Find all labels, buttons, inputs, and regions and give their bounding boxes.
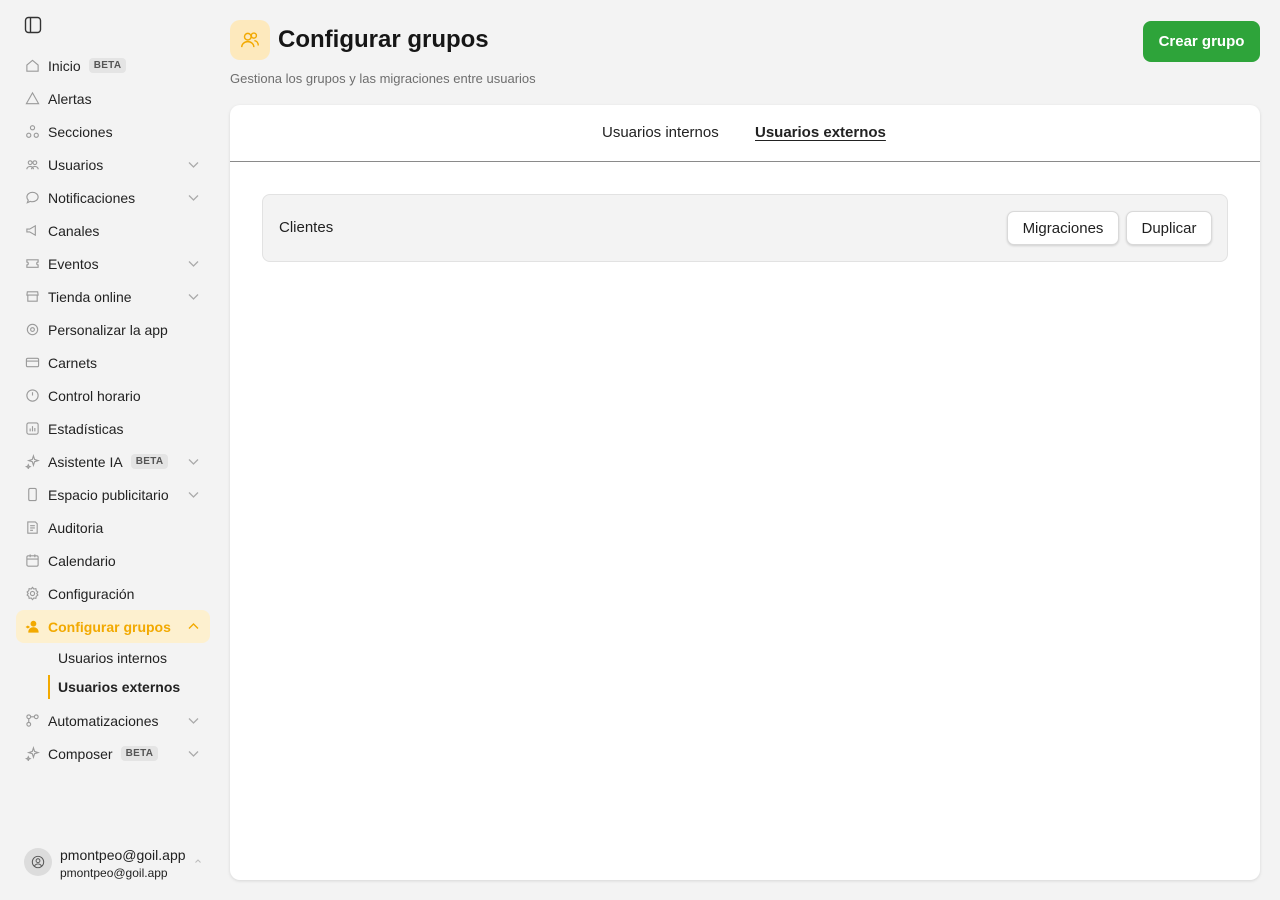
group-config-icon xyxy=(24,619,40,635)
create-group-button[interactable]: Crear grupo xyxy=(1143,21,1260,62)
calendar-icon xyxy=(24,553,40,569)
store-icon xyxy=(24,289,40,305)
sidebar-item-label: Usuarios xyxy=(48,156,104,173)
chevron-down-icon[interactable] xyxy=(187,158,200,171)
beta-badge: BETA xyxy=(130,454,169,469)
sidebar-item-label: Automatizaciones xyxy=(48,712,159,729)
sidebar-item-label: Estadísticas xyxy=(48,420,124,437)
palette-icon xyxy=(24,322,40,338)
sidebar-item-eventos[interactable]: Eventos xyxy=(16,247,210,280)
sidebar-item-label: Carnets xyxy=(48,354,98,371)
sidebar-item-control-horario[interactable]: Control horario xyxy=(16,379,210,412)
beta-badge: BETA xyxy=(120,746,159,761)
user-email: pmontpeo@goil.app xyxy=(60,866,168,880)
sidebar-item-asistente-ia[interactable]: Asistente IA BETA xyxy=(16,445,210,478)
sidebar-item-configuracion[interactable]: Configuración xyxy=(16,577,210,610)
phone-icon xyxy=(24,487,40,503)
sidebar-item-label: Control horario xyxy=(48,387,141,404)
sidebar-subitem-usuarios-externos[interactable]: Usuarios externos xyxy=(48,672,210,701)
chevron-down-icon[interactable] xyxy=(187,488,200,501)
sidebar-item-label: Auditoria xyxy=(48,519,104,536)
sidebar-item-label: Configuración xyxy=(48,585,135,602)
audit-icon xyxy=(24,520,40,536)
page-subtitle: Gestiona los grupos y las migraciones en… xyxy=(230,71,536,86)
sidebar-item-estadisticas[interactable]: Estadísticas xyxy=(16,412,210,445)
sidebar-item-calendario[interactable]: Calendario xyxy=(16,544,210,577)
sidebar-item-label: Asistente IA xyxy=(48,453,123,470)
user-menu[interactable]: pmontpeo@goil.app pmontpeo@goil.app xyxy=(24,845,214,881)
sidebar-subitem-usuarios-internos[interactable]: Usuarios internos xyxy=(48,643,210,672)
clock-icon xyxy=(24,388,40,404)
sidebar-item-inicio[interactable]: Inicio BETA xyxy=(16,49,210,82)
sparkle-icon xyxy=(24,454,40,470)
chevron-down-icon[interactable] xyxy=(187,191,200,204)
chevron-down-icon[interactable] xyxy=(187,257,200,270)
sidebar-item-label: Espacio publicitario xyxy=(48,486,169,503)
sidebar-item-label: Alertas xyxy=(48,90,92,107)
page-title: Configurar grupos xyxy=(278,26,489,53)
card-icon xyxy=(24,355,40,371)
sidebar-item-label: Secciones xyxy=(48,123,113,140)
group-config-icon xyxy=(230,20,270,60)
sidebar-item-personalizar[interactable]: Personalizar la app xyxy=(16,313,210,346)
sidebar-item-usuarios[interactable]: Usuarios xyxy=(16,148,210,181)
chevron-up-icon[interactable] xyxy=(187,620,200,633)
users-icon xyxy=(24,157,40,173)
sparkle-icon xyxy=(24,746,40,762)
sidebar-submenu: Usuarios internos Usuarios externos xyxy=(48,643,210,701)
sidebar-item-composer[interactable]: Composer BETA xyxy=(16,737,210,770)
sidebar-item-label: Composer xyxy=(48,745,113,762)
chevron-down-icon[interactable] xyxy=(187,290,200,303)
sidebar-item-label: Canales xyxy=(48,222,100,239)
group-name: Clientes xyxy=(279,219,334,236)
stats-icon xyxy=(24,421,40,437)
sections-icon xyxy=(24,124,40,140)
tab-usuarios-internos[interactable]: Usuarios internos xyxy=(602,124,719,141)
sidebar: Inicio BETA Alertas Secciones Usuarios N… xyxy=(0,0,218,900)
migrations-button[interactable]: Migraciones xyxy=(1007,211,1119,245)
alert-icon xyxy=(24,91,40,107)
user-icon xyxy=(31,855,45,869)
sidebar-item-espacio-publicitario[interactable]: Espacio publicitario xyxy=(16,478,210,511)
groups-card: Usuarios internos Usuarios externos Clie… xyxy=(230,105,1260,880)
sidebar-item-label: Calendario xyxy=(48,552,116,569)
tab-bar: Usuarios internos Usuarios externos xyxy=(230,105,1260,162)
sidebar-item-label: Personalizar la app xyxy=(48,321,168,338)
sidebar-toggle-icon[interactable] xyxy=(24,16,42,34)
sidebar-item-label: Notificaciones xyxy=(48,189,136,206)
duplicate-button[interactable]: Duplicar xyxy=(1126,211,1212,245)
list-item: Clientes Migraciones Duplicar xyxy=(262,194,1228,262)
chevron-down-icon[interactable] xyxy=(187,714,200,727)
sidebar-item-label: Eventos xyxy=(48,255,99,272)
sidebar-item-tienda-online[interactable]: Tienda online xyxy=(16,280,210,313)
sidebar-item-secciones[interactable]: Secciones xyxy=(16,115,210,148)
sidebar-item-automatizaciones[interactable]: Automatizaciones xyxy=(16,704,210,737)
beta-badge: BETA xyxy=(88,58,127,73)
sidebar-item-alertas[interactable]: Alertas xyxy=(16,82,210,115)
sidebar-item-label: Inicio xyxy=(48,57,81,74)
chevron-up-icon[interactable] xyxy=(194,857,202,865)
megaphone-icon xyxy=(24,223,40,239)
chevron-down-icon[interactable] xyxy=(187,455,200,468)
user-name: pmontpeo@goil.app xyxy=(60,847,186,863)
chevron-down-icon[interactable] xyxy=(187,747,200,760)
tab-usuarios-externos[interactable]: Usuarios externos xyxy=(755,124,886,141)
sidebar-item-configurar-grupos[interactable]: Configurar grupos xyxy=(16,610,210,643)
avatar xyxy=(24,848,52,876)
ticket-icon xyxy=(24,256,40,272)
home-icon xyxy=(24,58,40,74)
sidebar-item-auditoria[interactable]: Auditoria xyxy=(16,511,210,544)
sidebar-item-carnets[interactable]: Carnets xyxy=(16,346,210,379)
sidebar-item-label: Configurar grupos xyxy=(48,618,171,635)
gear-icon xyxy=(24,586,40,602)
sidebar-item-canales[interactable]: Canales xyxy=(16,214,210,247)
sidebar-item-notificaciones[interactable]: Notificaciones xyxy=(16,181,210,214)
chat-icon xyxy=(24,190,40,206)
automation-icon xyxy=(24,713,40,729)
sidebar-nav: Inicio BETA Alertas Secciones Usuarios N… xyxy=(16,49,210,770)
sidebar-item-label: Tienda online xyxy=(48,288,132,305)
